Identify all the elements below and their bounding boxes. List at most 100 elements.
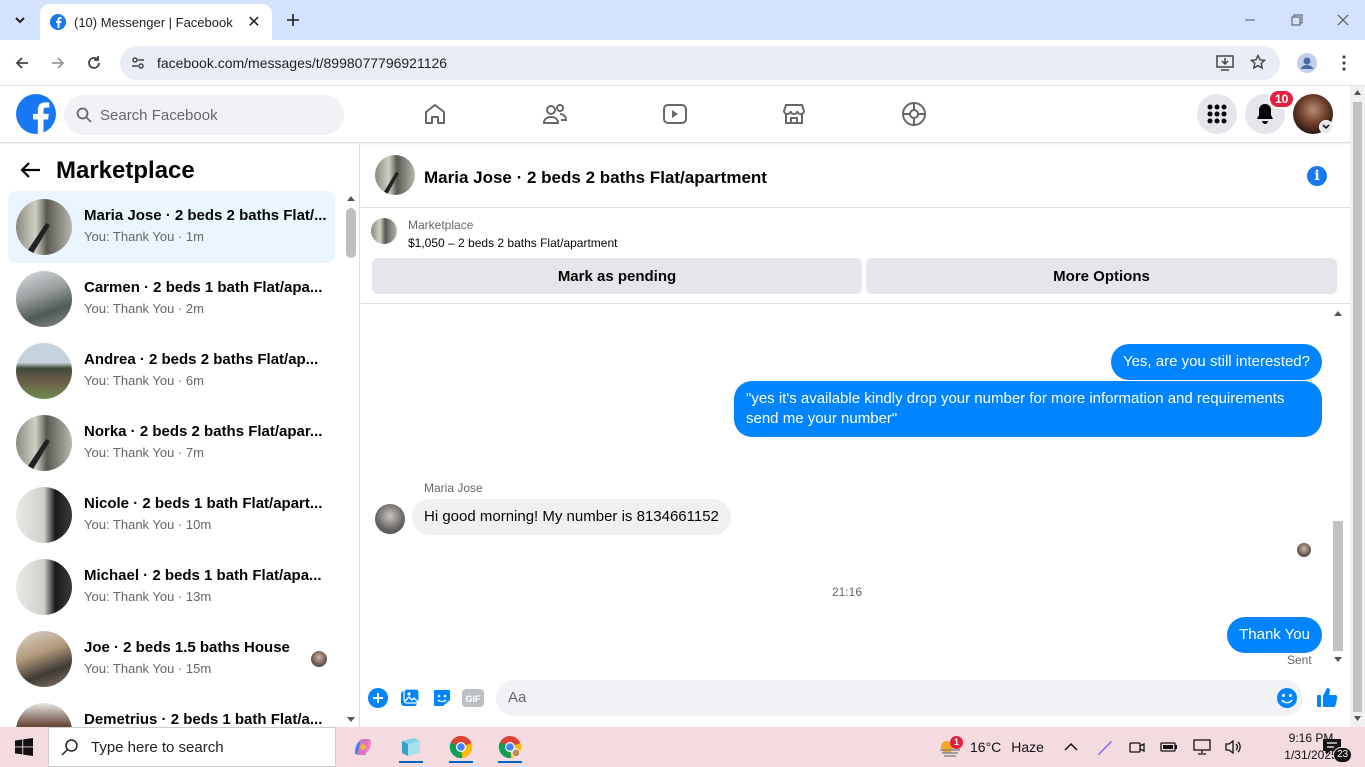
listing-thumbnail [16, 631, 72, 687]
chrome-icon [449, 735, 473, 759]
friends-nav-button[interactable] [541, 100, 569, 128]
sender-avatar[interactable] [375, 504, 405, 534]
list-scrollbar[interactable] [344, 194, 358, 727]
conversation-item[interactable]: Demetrius · 2 beds 1 bath Flat/a... [8, 695, 335, 727]
more-options-button[interactable]: More Options [866, 258, 1337, 294]
back-arrow-icon[interactable] [20, 160, 42, 180]
scroll-up-icon [1354, 90, 1361, 95]
conversation-item[interactable]: Carmen · 2 beds 1 bath Flat/apa... You: … [8, 263, 335, 335]
sticker-button[interactable] [431, 687, 453, 709]
message-bubble-outgoing[interactable]: Thank You [1227, 617, 1322, 653]
reload-button[interactable] [82, 51, 106, 75]
arrow-left-icon [15, 57, 28, 69]
more-actions-button[interactable] [367, 687, 389, 709]
marketplace-icon [783, 104, 805, 124]
marketplace-nav-button[interactable] [780, 100, 808, 128]
listing-thumbnail [16, 559, 72, 615]
new-tab-button[interactable] [282, 8, 304, 32]
watch-nav-button[interactable] [661, 100, 689, 128]
menu-grid-button[interactable] [1197, 94, 1237, 134]
gaming-nav-button[interactable] [900, 100, 928, 128]
home-nav-button[interactable] [421, 100, 449, 128]
forward-button[interactable] [46, 51, 70, 75]
plus-icon [287, 14, 299, 26]
tab-close-icon[interactable]: ✕ [246, 12, 262, 32]
weather-widget[interactable]: 1 16°C Haze [938, 727, 1044, 767]
info-icon[interactable]: i [1307, 166, 1327, 186]
restore-button[interactable] [1287, 10, 1307, 30]
conversation-item[interactable]: Maria Jose · 2 beds 2 baths Flat/... You… [8, 191, 335, 263]
network-tray-icon[interactable] [1193, 727, 1211, 767]
minimize-button[interactable] [1240, 10, 1260, 30]
show-hidden-icons[interactable] [1064, 727, 1078, 767]
like-button[interactable] [1316, 686, 1338, 708]
chevron-down-icon [15, 17, 25, 24]
tab-search-button[interactable] [8, 8, 32, 32]
pen-tray-icon[interactable] [1096, 727, 1114, 767]
taskbar-search-input[interactable]: Type here to search [48, 727, 336, 767]
install-app-icon[interactable] [1216, 55, 1234, 71]
chrome-app[interactable] [441, 731, 481, 763]
close-window-button[interactable] [1333, 10, 1353, 30]
facebook-favicon-icon [50, 14, 66, 30]
volume-tray-icon[interactable] [1224, 727, 1242, 767]
notification-center-count: 23 [1333, 747, 1353, 763]
conversation-item[interactable]: Andrea · 2 beds 2 baths Flat/ap... You: … [8, 335, 335, 407]
listing-thumbnail[interactable] [371, 218, 397, 244]
chat-scrollbar[interactable] [1330, 305, 1347, 670]
attach-photo-button[interactable] [399, 687, 421, 709]
list-scrollbar-thumb[interactable] [346, 208, 356, 258]
browser-menu-button[interactable] [1332, 51, 1356, 75]
gif-icon: GIF [462, 689, 484, 707]
page-scrollbar-thumb[interactable] [1353, 102, 1362, 712]
grid-menu-icon [1207, 104, 1227, 124]
listing-thumbnail [16, 703, 72, 727]
address-bar[interactable]: facebook.com/messages/t/8998077796921126 [120, 46, 1280, 80]
copilot-app[interactable] [343, 731, 383, 763]
chat-scrollbar-thumb[interactable] [1333, 521, 1343, 651]
notification-center-button[interactable]: 23 [1322, 727, 1353, 767]
battery-tray-icon[interactable] [1160, 727, 1178, 767]
message-bubble-outgoing[interactable]: "yes it's available kindly drop your num… [734, 381, 1322, 437]
url-text: facebook.com/messages/t/8998077796921126 [157, 55, 448, 71]
bookmark-star-icon[interactable] [1250, 54, 1266, 70]
browser-tab[interactable]: (10) Messenger | Facebook ✕ [40, 4, 272, 40]
message-bubble-incoming[interactable]: Hi good morning! My number is 8134661152 [412, 499, 731, 535]
chevron-up-icon [1064, 742, 1078, 751]
mark-as-pending-button[interactable]: Mark as pending [372, 258, 862, 294]
facebook-logo-icon[interactable] [16, 94, 56, 134]
gif-button[interactable]: GIF [462, 687, 484, 709]
conversation-name: Michael · 2 beds 1 bath Flat/apa... [84, 567, 322, 584]
conversation-item[interactable]: Nicole · 2 beds 1 bath Flat/apart... You… [8, 479, 335, 551]
conversation-item[interactable]: Michael · 2 beds 1 bath Flat/apa... You:… [8, 551, 335, 623]
thumbs-up-icon [1317, 688, 1338, 707]
account-chevron-icon[interactable] [1319, 120, 1333, 134]
profile-button[interactable] [1295, 51, 1319, 75]
close-icon [1337, 14, 1349, 26]
page-scrollbar[interactable] [1350, 86, 1365, 727]
message-input[interactable]: Aa [496, 680, 1303, 716]
friends-icon [542, 104, 568, 124]
start-button[interactable] [4, 731, 44, 763]
chrome-profile-app[interactable] [490, 731, 530, 763]
back-button[interactable] [10, 51, 34, 75]
file-explorer-app[interactable] [391, 731, 431, 763]
listing-price[interactable]: $1,050 – 2 beds 2 baths Flat/apartment [408, 236, 617, 250]
weather-badge: 1 [950, 736, 964, 749]
meet-tray-icon[interactable] [1129, 727, 1145, 767]
reload-icon [88, 56, 100, 69]
chat-title[interactable]: Maria Jose · 2 beds 2 baths Flat/apartme… [424, 168, 767, 188]
facebook-search-input[interactable]: Search Facebook [64, 95, 344, 135]
more-vertical-icon [1342, 55, 1346, 71]
chat-avatar[interactable] [375, 155, 415, 195]
conversation-item[interactable]: Joe · 2 beds 1.5 baths House You: Thank … [8, 623, 335, 695]
site-settings-icon[interactable] [130, 55, 146, 71]
listing-bar: Marketplace $1,050 – 2 beds 2 baths Flat… [361, 208, 1350, 304]
conversation-preview: You: Thank You · 15m [84, 661, 212, 676]
windows-taskbar: Type here to search 1 16°C Haze 9:16 PM … [0, 727, 1365, 767]
message-bubble-outgoing[interactable]: Yes, are you still interested? [1110, 344, 1322, 380]
seen-avatar [311, 651, 327, 667]
conversation-item[interactable]: Norka · 2 beds 2 baths Flat/apar... You:… [8, 407, 335, 479]
arrow-right-icon [52, 57, 65, 69]
conversation-preview: You: Thank You · 7m [84, 445, 204, 460]
